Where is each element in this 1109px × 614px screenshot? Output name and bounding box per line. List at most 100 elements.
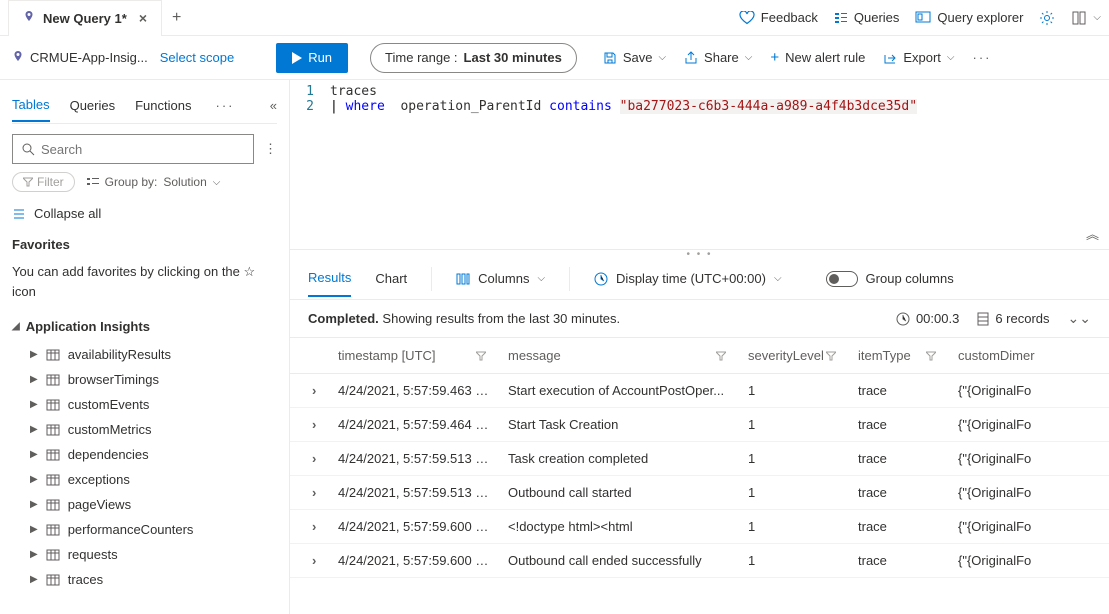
- scope-resource[interactable]: CRMUE-App-Insig...: [12, 50, 148, 65]
- filter-icon[interactable]: [716, 351, 726, 361]
- table-row[interactable]: ›4/24/2021, 5:57:59.600 P...Outbound cal…: [290, 544, 1109, 578]
- cell-custom: {"{OriginalFo: [950, 451, 1109, 466]
- chart-tab[interactable]: Chart: [375, 261, 407, 296]
- drag-handle[interactable]: • • •: [290, 250, 1109, 258]
- table-row[interactable]: › 4/24/2021, 5:57:59.513 PMOutbound call …: [290, 476, 1109, 510]
- export-button[interactable]: Export ⌵: [883, 50, 954, 65]
- run-button[interactable]: Run: [276, 43, 348, 73]
- settings-button[interactable]: [1039, 10, 1055, 26]
- code-area[interactable]: traces | where operation_ParentId contai…: [320, 80, 917, 249]
- more-button[interactable]: ···: [972, 50, 991, 65]
- caret-right-icon: ▶: [30, 399, 38, 410]
- tree-group-app-insights[interactable]: ◢ Application Insights: [12, 319, 277, 334]
- chevron-down-icon: ⌵: [947, 52, 955, 63]
- caret-right-icon: ▶: [30, 474, 38, 485]
- tree-item-availabilityResults[interactable]: ▶ availabilityResults: [12, 342, 277, 367]
- plus-icon: +: [770, 49, 779, 66]
- table-icon: [46, 374, 60, 386]
- columns-button[interactable]: Columns ⌵: [456, 271, 545, 286]
- cell-message: Outbound call started: [500, 485, 740, 500]
- search-more-button[interactable]: ⋮: [264, 141, 277, 157]
- table-icon: [46, 449, 60, 461]
- query-explorer-button[interactable]: Query explorer: [915, 10, 1023, 25]
- tree-item-label: performanceCounters: [68, 522, 194, 537]
- book-icon: [1071, 11, 1087, 25]
- share-button[interactable]: Share ⌵: [684, 50, 752, 65]
- col-header-message[interactable]: message: [500, 348, 740, 363]
- col-header-itemtype[interactable]: itemType: [850, 348, 950, 363]
- collapse-sidebar-button[interactable]: «: [270, 98, 277, 113]
- filter-button[interactable]: Filter: [12, 172, 75, 192]
- tree-item-label: availabilityResults: [68, 347, 171, 362]
- export-icon: [883, 51, 897, 65]
- save-button[interactable]: Save ⌵: [603, 50, 666, 65]
- results-tab[interactable]: Results: [308, 260, 351, 297]
- tree-item-customEvents[interactable]: ▶customEvents: [12, 392, 277, 417]
- col-header-timestamp[interactable]: timestamp [UTC]: [330, 348, 500, 363]
- table-row[interactable]: ›4/24/2021, 5:57:59.463 P...Start execut…: [290, 374, 1109, 408]
- side-tab-functions[interactable]: Functions: [135, 90, 191, 121]
- tree-item-label: customMetrics: [68, 422, 152, 437]
- gear-icon: [1039, 10, 1055, 26]
- tree-item-requests[interactable]: ▶requests: [12, 542, 277, 567]
- scroll-up-icon[interactable]: ︽: [1086, 224, 1099, 243]
- expand-row-button[interactable]: ›: [312, 417, 316, 432]
- query-editor[interactable]: 1 2 traces | where operation_ParentId co…: [290, 80, 1109, 250]
- docs-button[interactable]: ⌵: [1071, 11, 1101, 25]
- close-icon[interactable]: ×: [139, 10, 147, 26]
- chevron-down-icon: ⌵: [213, 177, 221, 188]
- col-header-custom[interactable]: customDimer: [950, 348, 1109, 363]
- cell-custom: {"{OriginalFo: [950, 383, 1109, 398]
- collapse-all-button[interactable]: Collapse all: [12, 206, 277, 221]
- caret-right-icon: ▶: [30, 349, 38, 360]
- cell-timestamp: 4/24/2021, 5:57:59.513 PM: [330, 485, 500, 500]
- side-tab-queries[interactable]: Queries: [70, 90, 116, 121]
- tree-item-customMetrics[interactable]: ▶customMetrics: [12, 417, 277, 442]
- display-time-button[interactable]: Display time (UTC+00:00) ⌵: [594, 271, 782, 286]
- expand-row-button[interactable]: ›: [312, 485, 316, 500]
- group-by-dropdown[interactable]: Group by: Solution ⌵: [87, 175, 221, 189]
- cell-custom: {"{OriginalFo: [950, 519, 1109, 534]
- expand-row-button[interactable]: ›: [312, 451, 316, 466]
- filter-icon[interactable]: [826, 351, 836, 361]
- tree-item-exceptions[interactable]: ▶exceptions: [12, 467, 277, 492]
- tree-item-traces[interactable]: ▶traces: [12, 567, 277, 592]
- select-scope-link[interactable]: Select scope: [160, 50, 234, 65]
- more-tabs-button[interactable]: ···: [215, 98, 234, 113]
- cell-timestamp: 4/24/2021, 5:57:59.463 P...: [330, 383, 500, 398]
- tree-item-dependencies[interactable]: ▶dependencies: [12, 442, 277, 467]
- cell-severity: 1: [740, 519, 850, 534]
- expand-row-button[interactable]: ›: [312, 383, 316, 398]
- queries-button[interactable]: Queries: [834, 10, 900, 25]
- cell-itemtype: trace: [850, 485, 950, 500]
- table-row[interactable]: ›4/24/2021, 5:57:59.513 PMTask creation …: [290, 442, 1109, 476]
- time-range-picker[interactable]: Time range : Last 30 minutes: [370, 43, 577, 73]
- cell-itemtype: trace: [850, 383, 950, 398]
- side-tab-tables[interactable]: Tables: [12, 89, 50, 122]
- table-row[interactable]: ›4/24/2021, 5:57:59.464 P...Start Task C…: [290, 408, 1109, 442]
- feedback-button[interactable]: Feedback: [739, 10, 818, 25]
- new-alert-button[interactable]: + New alert rule: [770, 49, 865, 66]
- tree-item-pageViews[interactable]: ▶pageViews: [12, 492, 277, 517]
- favorites-hint: You can add favorites by clicking on the…: [12, 262, 277, 301]
- elapsed-time: 00:00.3: [896, 311, 959, 326]
- expand-row-button[interactable]: ›: [312, 553, 316, 568]
- cell-itemtype: trace: [850, 519, 950, 534]
- tab-new-query[interactable]: New Query 1* ×: [8, 0, 162, 36]
- tree-item-browserTimings[interactable]: ▶browserTimings: [12, 367, 277, 392]
- add-tab-button[interactable]: +: [172, 9, 181, 27]
- search-input[interactable]: [41, 142, 245, 157]
- expand-row-button[interactable]: ›: [312, 519, 316, 534]
- filter-icon[interactable]: [926, 351, 936, 361]
- group-columns-toggle[interactable]: Group columns: [826, 271, 954, 287]
- table-icon: [46, 424, 60, 436]
- col-header-severity[interactable]: severityLevel: [740, 348, 850, 363]
- table-row[interactable]: ›4/24/2021, 5:57:59.600 P...<!doctype ht…: [290, 510, 1109, 544]
- cell-severity: 1: [740, 485, 850, 500]
- collapse-icon: [12, 208, 26, 220]
- filter-icon[interactable]: [476, 351, 486, 361]
- cell-custom: {"{OriginalFo: [950, 417, 1109, 432]
- status-row: Completed. Showing results from the last…: [290, 300, 1109, 338]
- tree-item-performanceCounters[interactable]: ▶performanceCounters: [12, 517, 277, 542]
- expand-results-button[interactable]: ⌄⌄: [1068, 310, 1091, 327]
